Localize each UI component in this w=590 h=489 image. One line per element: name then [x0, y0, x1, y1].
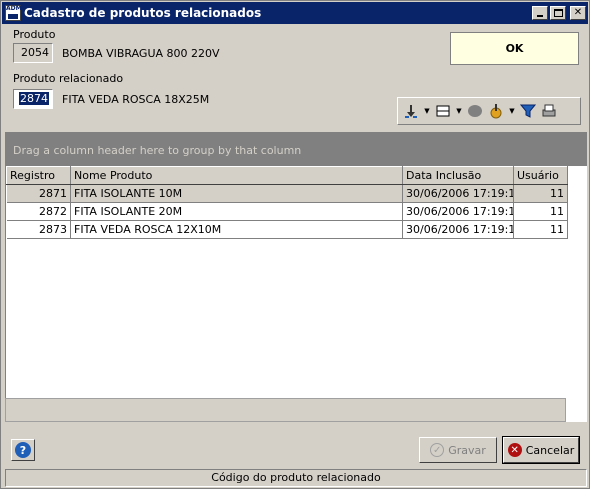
app-icon-text: ADM	[6, 5, 22, 12]
cancel-icon: ✕	[507, 443, 522, 457]
cell-nome[interactable]: FITA ISOLANTE 20M	[70, 202, 403, 221]
ok-button[interactable]: OK	[450, 32, 579, 65]
relacionado-code-value: 2874	[19, 92, 49, 105]
save-label: Gravar	[448, 443, 486, 457]
columns-icon[interactable]	[434, 102, 452, 120]
minimize-button[interactable]	[532, 6, 548, 20]
produto-label: Produto	[13, 28, 56, 41]
help-icon: ?	[15, 442, 31, 458]
sort-icon[interactable]	[402, 102, 420, 120]
minimize-icon	[537, 15, 543, 17]
relacionado-name: FITA VEDA ROSCA 18X25M	[62, 93, 210, 106]
column-header-nome-produto[interactable]: Nome Produto	[70, 166, 403, 185]
window-title: Cadastro de produtos relacionados	[24, 6, 262, 20]
status-bar: Código do produto relacionado	[5, 469, 587, 487]
column-header-usuario[interactable]: Usuário	[513, 166, 568, 185]
products-grid: Registro Nome Produto Data Inclusão Usuá…	[5, 166, 587, 398]
cell-registro[interactable]: 2873	[6, 220, 71, 239]
export-dropdown-icon[interactable]: ▼	[508, 107, 516, 115]
title-bar[interactable]: ADM Cadastro de produtos relacionados ✕	[2, 2, 588, 24]
column-header-data-inclusao[interactable]: Data Inclusão	[402, 166, 514, 185]
maximize-button[interactable]	[550, 6, 566, 20]
sort-dropdown-icon[interactable]: ▼	[423, 107, 431, 115]
cell-data[interactable]: 30/06/2006 17:19:14	[402, 184, 514, 203]
cancel-label: Cancelar	[525, 443, 575, 457]
table-row[interactable]: 2871 FITA ISOLANTE 10M 30/06/2006 17:19:…	[6, 184, 568, 203]
grid-footer	[5, 398, 566, 422]
cell-nome[interactable]: FITA ISOLANTE 10M	[70, 184, 403, 203]
table-row[interactable]: 2873 FITA VEDA ROSCA 12X10M 30/06/2006 1…	[6, 220, 568, 239]
cancel-button[interactable]: ✕ Cancelar	[502, 436, 580, 464]
cell-usuario[interactable]: 11	[513, 202, 568, 221]
filter-icon[interactable]	[519, 102, 537, 120]
save-button[interactable]: ✓ Gravar	[419, 437, 497, 463]
cell-registro[interactable]: 2872	[6, 202, 71, 221]
cell-usuario[interactable]: 11	[513, 220, 568, 239]
relacionado-label: Produto relacionado	[13, 72, 124, 85]
relacionado-code-input[interactable]: 2874	[13, 89, 53, 109]
cell-data[interactable]: 30/06/2006 17:19:16	[402, 202, 514, 221]
produto-code-field[interactable]: 2054	[13, 43, 53, 63]
grid-toolbar: ▼ ▼ ▼	[397, 97, 581, 125]
check-icon: ✓	[430, 443, 445, 457]
help-button[interactable]: ?	[11, 439, 35, 461]
main-window: ADM Cadastro de produtos relacionados ✕ …	[0, 0, 590, 489]
cell-data[interactable]: 30/06/2006 17:19:18	[402, 220, 514, 239]
produto-name: BOMBA VIBRAGUA 800 220V	[62, 47, 220, 60]
cell-nome[interactable]: FITA VEDA ROSCA 12X10M	[70, 220, 403, 239]
table-row[interactable]: 2872 FITA ISOLANTE 20M 30/06/2006 17:19:…	[6, 202, 568, 221]
export-icon[interactable]	[487, 102, 505, 120]
maximize-icon	[554, 9, 563, 17]
grid-corner	[566, 398, 587, 422]
app-icon: ADM	[5, 5, 22, 21]
columns-dropdown-icon[interactable]: ▼	[455, 107, 463, 115]
cell-usuario[interactable]: 11	[513, 184, 568, 203]
record-icon[interactable]	[466, 102, 484, 120]
cell-registro[interactable]: 2871	[6, 184, 71, 203]
group-by-area[interactable]: Drag a column header here to group by th…	[5, 132, 587, 166]
close-icon: ✕	[573, 7, 583, 18]
products-table: Registro Nome Produto Data Inclusão Usuá…	[6, 166, 568, 239]
print-icon[interactable]	[540, 102, 558, 120]
close-button[interactable]: ✕	[570, 6, 586, 20]
column-header-registro[interactable]: Registro	[6, 166, 71, 185]
